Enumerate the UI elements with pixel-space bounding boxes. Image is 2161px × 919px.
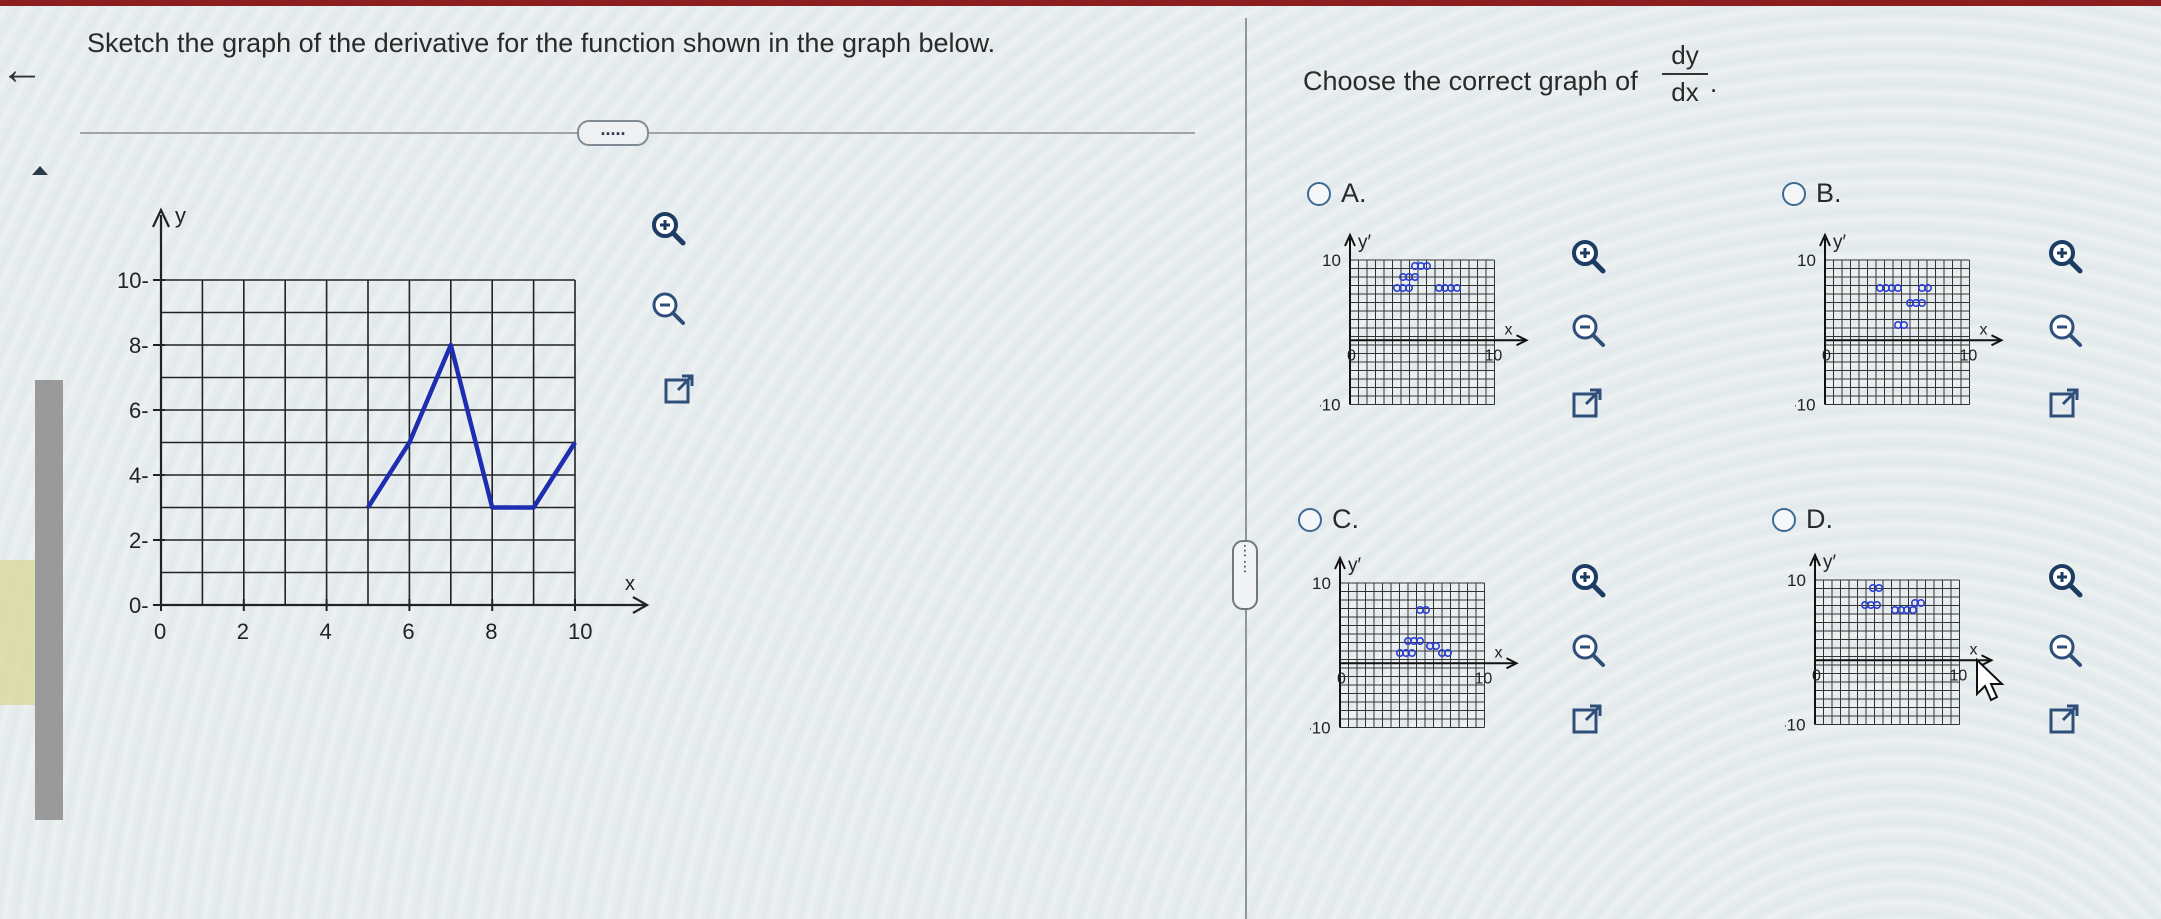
zoom-in-icon[interactable] — [648, 208, 688, 248]
mini-grid — [1824, 259, 1970, 405]
open-external-icon[interactable] — [2045, 700, 2085, 740]
mini-y-max-label: 10 — [1312, 574, 1331, 593]
dy-dx-fraction: dy dx — [1662, 40, 1708, 108]
y-tick-label: 6- — [129, 398, 149, 423]
prompt-period: . — [1710, 68, 1718, 98]
main-grid — [160, 279, 576, 606]
zoom-out-icon[interactable] — [648, 288, 688, 328]
mini-grid — [1814, 579, 1960, 725]
option-c-label: C. — [1332, 504, 1359, 534]
mini-x-max-label: 10 — [1960, 347, 1978, 364]
mini-y-axis-label: y′ — [1833, 232, 1847, 253]
mini-y-axis-label: y′ — [1358, 232, 1372, 253]
option-d-radio[interactable] — [1772, 507, 1796, 532]
function-line — [366, 342, 577, 510]
option-c-radio[interactable] — [1298, 507, 1322, 532]
mini-y-min-label: -10 — [1785, 716, 1806, 735]
x-tick-label: 2 — [237, 619, 249, 644]
function-graph: y x 0 2 4 6 8 10 10- 8- 6- 4- 2- 0- — [117, 203, 650, 644]
option-c[interactable]: C. — [1298, 504, 1359, 535]
panel-divider — [1245, 18, 1247, 919]
option-d-label: D. — [1806, 504, 1833, 534]
zoom-in-icon[interactable] — [2045, 236, 2085, 276]
x-tick-label: 0 — [154, 619, 166, 644]
left-scrollbar[interactable] — [35, 380, 63, 820]
fraction-numerator: dy — [1662, 40, 1708, 75]
mouse-cursor-icon — [1976, 658, 2005, 702]
main-y-axis-label: y — [175, 203, 186, 228]
more-button[interactable]: ..... — [577, 120, 649, 146]
mini-y-axis-label: y′ — [1823, 552, 1837, 573]
mini-zero-label: 0 — [1337, 670, 1346, 687]
mini-x-axis-label: x — [1970, 641, 1978, 658]
mini-x-max-label: 10 — [1475, 670, 1493, 687]
option-b-label: B. — [1816, 178, 1842, 208]
mini-y-min-label: -10 — [1795, 396, 1816, 415]
option-b-graph[interactable]: y′10-10010x — [1795, 230, 2045, 445]
zoom-out-icon[interactable] — [2045, 310, 2085, 350]
zoom-in-icon[interactable] — [2045, 560, 2085, 600]
x-tick-label: 6 — [402, 619, 414, 644]
divider-handle[interactable]: ⋮ ⋮ — [1232, 540, 1258, 610]
mini-x-max-label: 10 — [1950, 667, 1968, 684]
option-d[interactable]: D. — [1772, 504, 1833, 535]
mini-y-axis-label: y′ — [1348, 555, 1362, 576]
open-external-icon[interactable] — [2045, 384, 2085, 424]
mini-zero-label: 0 — [1347, 347, 1356, 364]
y-tick-label: 2- — [129, 528, 149, 553]
mini-y-min-label: -10 — [1320, 396, 1341, 415]
open-external-icon[interactable] — [660, 370, 700, 410]
question-text: Sketch the graph of the derivative for t… — [87, 28, 996, 58]
x-tick-label: 10 — [568, 619, 592, 644]
option-a[interactable]: A. — [1307, 178, 1367, 209]
zoom-in-icon[interactable] — [1568, 560, 1608, 600]
option-b[interactable]: B. — [1782, 178, 1842, 209]
mini-y-max-label: 10 — [1787, 571, 1806, 590]
mini-zero-label: 0 — [1822, 347, 1831, 364]
zoom-out-icon[interactable] — [2045, 630, 2085, 670]
y-tick-label: 10- — [117, 268, 149, 293]
fraction-denominator: dx — [1671, 77, 1699, 107]
open-external-icon[interactable] — [1568, 700, 1608, 740]
option-a-label: A. — [1341, 178, 1367, 208]
main-y-ticks: 10- 8- 6- 4- 2- 0- — [117, 268, 165, 618]
main-axes — [152, 207, 650, 614]
mini-grid — [1339, 582, 1485, 728]
y-tick-label: 0- — [129, 593, 149, 618]
option-a-graph[interactable]: y′10-10010x — [1320, 230, 1570, 445]
mini-y-max-label: 10 — [1322, 251, 1341, 270]
y-tick-label: 4- — [129, 463, 149, 488]
mini-x-max-label: 10 — [1485, 347, 1503, 364]
mini-zero-label: 0 — [1812, 667, 1821, 684]
option-b-radio[interactable] — [1782, 181, 1806, 206]
zoom-out-icon[interactable] — [1568, 630, 1608, 670]
zoom-out-icon[interactable] — [1568, 310, 1608, 350]
mini-x-axis-label: x — [1980, 321, 1988, 338]
answer-prompt: Choose the correct graph of — [1303, 66, 1638, 96]
zoom-in-icon[interactable] — [1568, 236, 1608, 276]
mini-y-min-label: -10 — [1310, 719, 1331, 738]
mini-grid — [1349, 259, 1495, 405]
collapse-up-icon[interactable] — [32, 166, 48, 175]
back-arrow-icon[interactable]: ← — [0, 48, 44, 92]
mini-x-axis-label: x — [1505, 321, 1513, 338]
mini-x-axis-label: x — [1495, 644, 1503, 661]
x-tick-label: 4 — [320, 619, 332, 644]
option-c-graph[interactable]: y′10-10010x — [1310, 553, 1560, 768]
mini-y-max-label: 10 — [1797, 251, 1816, 270]
y-tick-label: 8- — [129, 333, 149, 358]
option-a-radio[interactable] — [1307, 181, 1331, 206]
x-tick-label: 8 — [485, 619, 497, 644]
open-external-icon[interactable] — [1568, 384, 1608, 424]
main-x-axis-label: x — [625, 573, 635, 595]
